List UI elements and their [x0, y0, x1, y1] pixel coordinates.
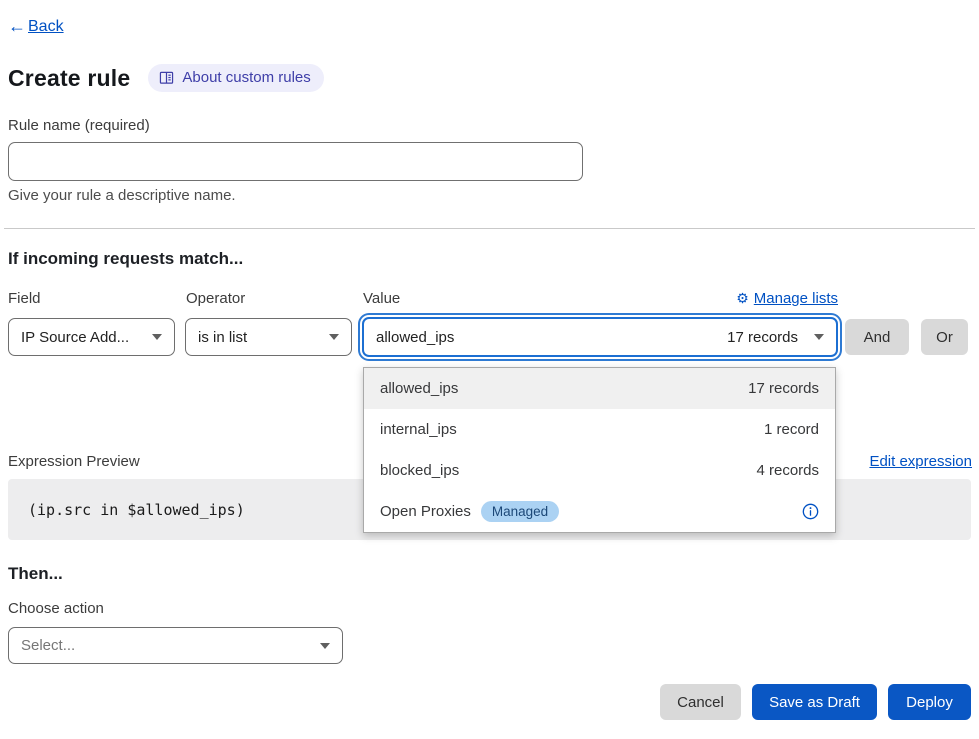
field-select-value: IP Source Add...	[21, 329, 129, 346]
option-record-count: 1 record	[764, 421, 819, 438]
option-name: allowed_ips	[380, 380, 458, 397]
cancel-button[interactable]: Cancel	[660, 684, 741, 720]
book-icon	[159, 71, 174, 85]
value-select-meta: 17 records	[727, 329, 798, 346]
manage-lists-link[interactable]: Manage lists	[736, 290, 838, 307]
value-select-value: allowed_ips	[376, 329, 454, 346]
page-title: Create rule	[8, 65, 130, 92]
title-row: Create rule About custom rules	[8, 64, 324, 92]
chevron-down-icon	[320, 643, 330, 649]
option-record-count: 17 records	[748, 380, 819, 397]
divider	[4, 228, 975, 229]
chevron-down-icon	[152, 334, 162, 340]
or-button[interactable]: Or	[921, 319, 968, 355]
back-link[interactable]: Back	[8, 16, 64, 37]
match-section-heading: If incoming requests match...	[8, 249, 243, 269]
chevron-down-icon	[329, 334, 339, 340]
save-as-draft-button[interactable]: Save as Draft	[752, 684, 877, 720]
back-link-label: Back	[28, 18, 64, 36]
option-name: blocked_ips	[380, 462, 459, 479]
create-rule-page: Back Create rule About custom rules Rule…	[0, 0, 979, 739]
value-dropdown-menu: allowed_ips 17 records internal_ips 1 re…	[363, 367, 836, 533]
dropdown-option-allowed-ips[interactable]: allowed_ips 17 records	[364, 368, 835, 409]
value-column-label: Value	[363, 290, 400, 307]
field-column-label: Field	[8, 290, 41, 307]
expression-preview-label: Expression Preview	[8, 453, 140, 470]
edit-expression-link[interactable]: Edit expression	[869, 453, 972, 470]
and-button[interactable]: And	[845, 319, 909, 355]
then-section-heading: Then...	[8, 564, 63, 584]
expression-code: (ip.src in $allowed_ips)	[28, 501, 245, 519]
operator-column-label: Operator	[186, 290, 245, 307]
action-select-placeholder: Select...	[21, 637, 75, 654]
operator-select-value: is in list	[198, 329, 247, 346]
value-select[interactable]: allowed_ips 17 records	[362, 317, 838, 357]
dropdown-option-internal-ips[interactable]: internal_ips 1 record	[364, 409, 835, 450]
option-name: Open Proxies	[380, 503, 471, 520]
dropdown-option-open-proxies[interactable]: Open Proxies Managed	[364, 491, 835, 532]
choose-action-label: Choose action	[8, 600, 104, 617]
option-name: internal_ips	[380, 421, 457, 438]
operator-select[interactable]: is in list	[185, 318, 352, 356]
dropdown-option-blocked-ips[interactable]: blocked_ips 4 records	[364, 450, 835, 491]
option-record-count: 4 records	[756, 462, 819, 479]
field-select[interactable]: IP Source Add...	[8, 318, 175, 356]
rule-name-label: Rule name (required)	[8, 117, 150, 134]
info-icon[interactable]	[802, 503, 819, 520]
back-arrow-icon	[8, 16, 26, 37]
managed-badge: Managed	[481, 501, 559, 522]
chevron-down-icon	[814, 334, 824, 340]
gear-icon	[736, 290, 749, 307]
rule-name-input[interactable]	[8, 142, 583, 181]
about-badge-label: About custom rules	[182, 69, 310, 86]
deploy-button[interactable]: Deploy	[888, 684, 971, 720]
about-custom-rules-badge[interactable]: About custom rules	[148, 64, 323, 92]
action-select[interactable]: Select...	[8, 627, 343, 664]
rule-name-helper-text: Give your rule a descriptive name.	[8, 187, 236, 204]
manage-lists-label: Manage lists	[754, 290, 838, 307]
